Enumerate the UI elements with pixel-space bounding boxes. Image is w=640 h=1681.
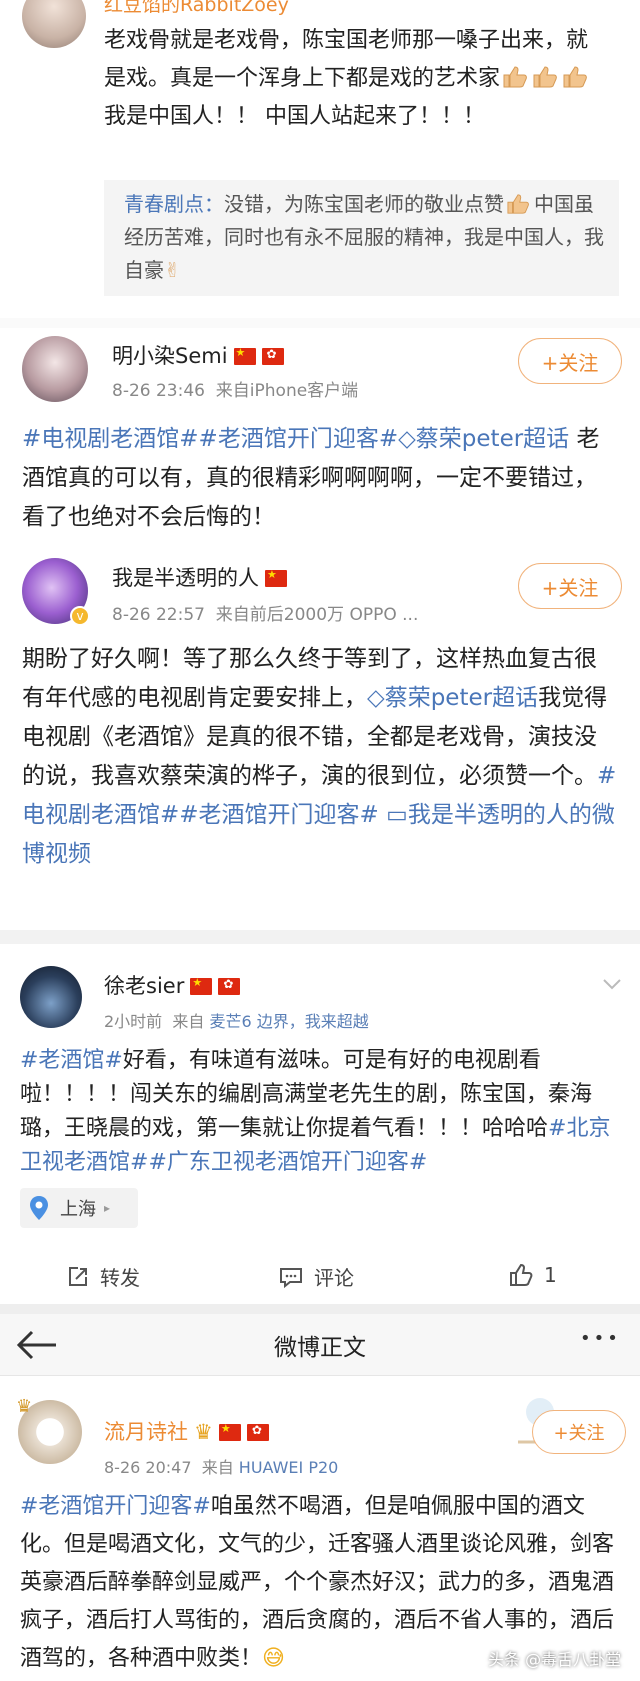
hashtag[interactable]: #老酒馆开门迎客# bbox=[20, 1494, 211, 1519]
thumbs-up-icon bbox=[532, 64, 558, 88]
post-text: #老酒馆#好看，有味道有滋味。可是有好的电视剧看啦！！！！闯关东的编剧高满堂老先… bbox=[20, 1048, 611, 1175]
chevron-right-icon: ▸ bbox=[104, 1201, 111, 1215]
user-name[interactable]: 流月诗社 ♛ bbox=[104, 1416, 269, 1446]
user-name[interactable]: 徐老sier bbox=[104, 970, 241, 1000]
post-meta: 2小时前 来自 麦芒6 边界，我来超越 bbox=[104, 1012, 369, 1031]
follow-button[interactable]: +关注 bbox=[518, 338, 622, 384]
post-text: #电视剧老酒馆##老酒馆开门迎客#◇蔡荣peter超话 老酒馆真的可以有，真的很… bbox=[22, 426, 600, 530]
repost-button[interactable]: 转发 bbox=[66, 1262, 140, 1291]
china-flag-icon bbox=[233, 346, 256, 365]
thumbs-up-icon bbox=[502, 64, 528, 88]
divider bbox=[0, 318, 640, 328]
location-pin-icon bbox=[28, 1195, 50, 1221]
thumbs-up-icon bbox=[508, 1262, 534, 1288]
laughing-emoji-icon: 😅 bbox=[262, 1646, 285, 1671]
trophy-icon: ♛ bbox=[16, 1396, 33, 1417]
comment-button[interactable]: 评论 bbox=[278, 1262, 354, 1291]
hashtag[interactable]: #广东卫视老酒馆开门迎客# bbox=[148, 1150, 427, 1175]
watermark: 头条 @毒舌八卦堂 bbox=[488, 1650, 622, 1669]
more-options-icon[interactable]: ••• bbox=[580, 1328, 621, 1349]
post-text: 期盼了好久啊！等了那么久终于等到了，这样热血复古很有年代感的电视剧肯定要安排上，… bbox=[22, 646, 617, 867]
reply-text: 青春剧点：没错，为陈宝国老师的敬业点赞 中国虽经历苦难，同时也有永不屈服的精神，我… bbox=[124, 192, 604, 282]
super-topic-link[interactable]: 蔡荣peter超话 bbox=[416, 426, 569, 452]
user-name[interactable]: 我是半透明的人 bbox=[112, 562, 287, 592]
video-icon: ▭ bbox=[386, 802, 408, 828]
thumbs-up-icon bbox=[562, 64, 588, 88]
hongkong-flag-icon bbox=[246, 1423, 269, 1441]
repost-icon bbox=[66, 1265, 90, 1289]
comment-text-end: 我是中国人！！ 中国人站起来了！！！ bbox=[104, 104, 485, 129]
comment-icon bbox=[278, 1265, 304, 1289]
victory-hand-icon: ✌ bbox=[164, 258, 181, 282]
user-name[interactable]: 明小染Semi bbox=[112, 340, 284, 370]
thumbs-up-icon bbox=[506, 192, 532, 216]
post-meta: 8-26 23:46 来自iPhone客户端 bbox=[112, 381, 359, 401]
china-flag-icon bbox=[218, 1422, 241, 1441]
hashtag[interactable]: #电视剧老酒馆# bbox=[22, 426, 199, 452]
divider bbox=[0, 930, 640, 944]
avatar[interactable] bbox=[20, 966, 82, 1028]
avatar[interactable] bbox=[22, 336, 88, 402]
follow-button[interactable]: +关注 bbox=[518, 563, 622, 609]
hashtag[interactable]: #老酒馆开门迎客# bbox=[179, 802, 379, 828]
avatar[interactable] bbox=[22, 0, 86, 48]
follow-button[interactable]: +关注 bbox=[532, 1410, 626, 1454]
chevron-down-icon[interactable] bbox=[600, 972, 624, 996]
divider bbox=[0, 1304, 640, 1314]
comment-text: 老戏骨就是老戏骨，陈宝国老师那一嗓子出来，就是戏。真是一个浑身上下都是戏的艺术家… bbox=[104, 22, 604, 136]
comment-author[interactable]: 红豆馅的RabbitZoey bbox=[104, 0, 289, 17]
verified-badge-icon: v bbox=[70, 606, 90, 626]
hashtag[interactable]: #老酒馆# bbox=[20, 1048, 123, 1073]
post-meta: 8-26 20:47 来自 HUAWEI P20 bbox=[104, 1458, 339, 1477]
china-flag-icon bbox=[265, 568, 287, 587]
like-button[interactable]: 1 bbox=[508, 1262, 557, 1288]
hashtag[interactable]: #老酒馆开门迎客# bbox=[199, 426, 399, 452]
page-title: 微博正文 bbox=[274, 1335, 366, 1361]
hongkong-flag-icon bbox=[218, 977, 241, 995]
china-flag-icon bbox=[190, 976, 213, 995]
location-tag[interactable]: 上海 ▸ bbox=[20, 1188, 138, 1228]
super-topic-link[interactable]: 蔡荣peter超话 bbox=[385, 685, 538, 711]
crown-icon: ♛ bbox=[194, 1420, 213, 1444]
diamond-icon: ◇ bbox=[398, 426, 416, 452]
post-meta: 8-26 22:57 来自前后2000万 OPPO ... bbox=[112, 605, 419, 625]
hongkong-flag-icon bbox=[261, 347, 284, 365]
diamond-icon: ◇ bbox=[367, 685, 385, 711]
reply-author[interactable]: 青春剧点： bbox=[124, 192, 224, 216]
